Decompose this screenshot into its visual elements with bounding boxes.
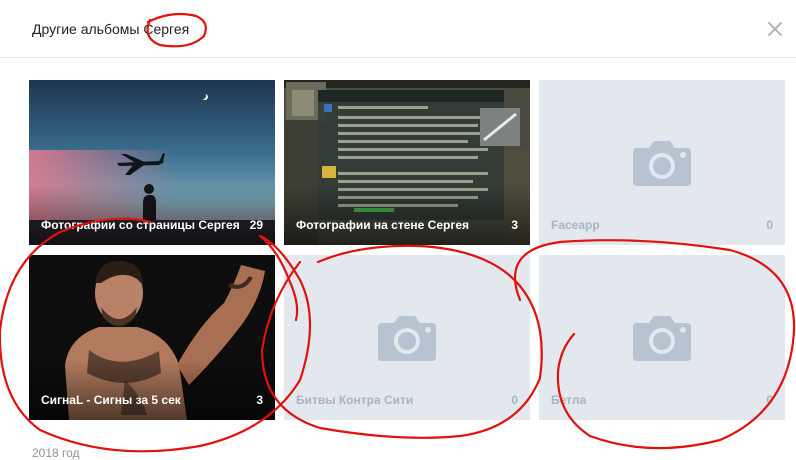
camera-icon — [633, 316, 691, 361]
album-card[interactable]: Фотографии на стене Сергея 3 — [284, 80, 530, 245]
album-photo-count: 0 — [766, 218, 773, 232]
album-photo-count: 3 — [256, 393, 263, 407]
album-card[interactable]: Faceapp 0 — [539, 80, 785, 245]
album-caption-shade — [29, 185, 275, 245]
albums-modal: Другие альбомы Сергея Фотографии со стра… — [0, 0, 796, 460]
camera-icon — [378, 316, 436, 361]
album-title: Faceapp — [551, 218, 600, 232]
album-title: Бетла — [551, 393, 587, 407]
modal-header: Другие альбомы Сергея — [0, 0, 796, 58]
album-photo-count: 0 — [511, 393, 518, 407]
album-card[interactable]: СигнаL - Сигны за 5 сек 3 — [29, 255, 275, 420]
album-title: Фотографии со страницы Сергея — [41, 218, 240, 232]
album-caption-shade — [284, 185, 530, 245]
album-card[interactable]: Бетла 0 — [539, 255, 785, 420]
album-title: СигнаL - Сигны за 5 сек — [41, 393, 181, 407]
close-icon[interactable] — [766, 20, 784, 38]
album-card[interactable]: Фотографии со страницы Сергея 29 — [29, 80, 275, 245]
modal-title: Другие альбомы Сергея — [32, 21, 190, 37]
album-photo-count: 0 — [766, 393, 773, 407]
album-title: Фотографии на стене Сергея — [296, 218, 469, 232]
album-card[interactable]: Битвы Контра Сити 0 — [284, 255, 530, 420]
album-photo-count: 29 — [249, 218, 263, 232]
album-title: Битвы Контра Сити — [296, 393, 414, 407]
camera-icon — [633, 141, 691, 186]
album-photo-count: 3 — [511, 218, 518, 232]
year-label: 2018 год — [32, 446, 80, 460]
album-caption-shade — [29, 360, 275, 420]
